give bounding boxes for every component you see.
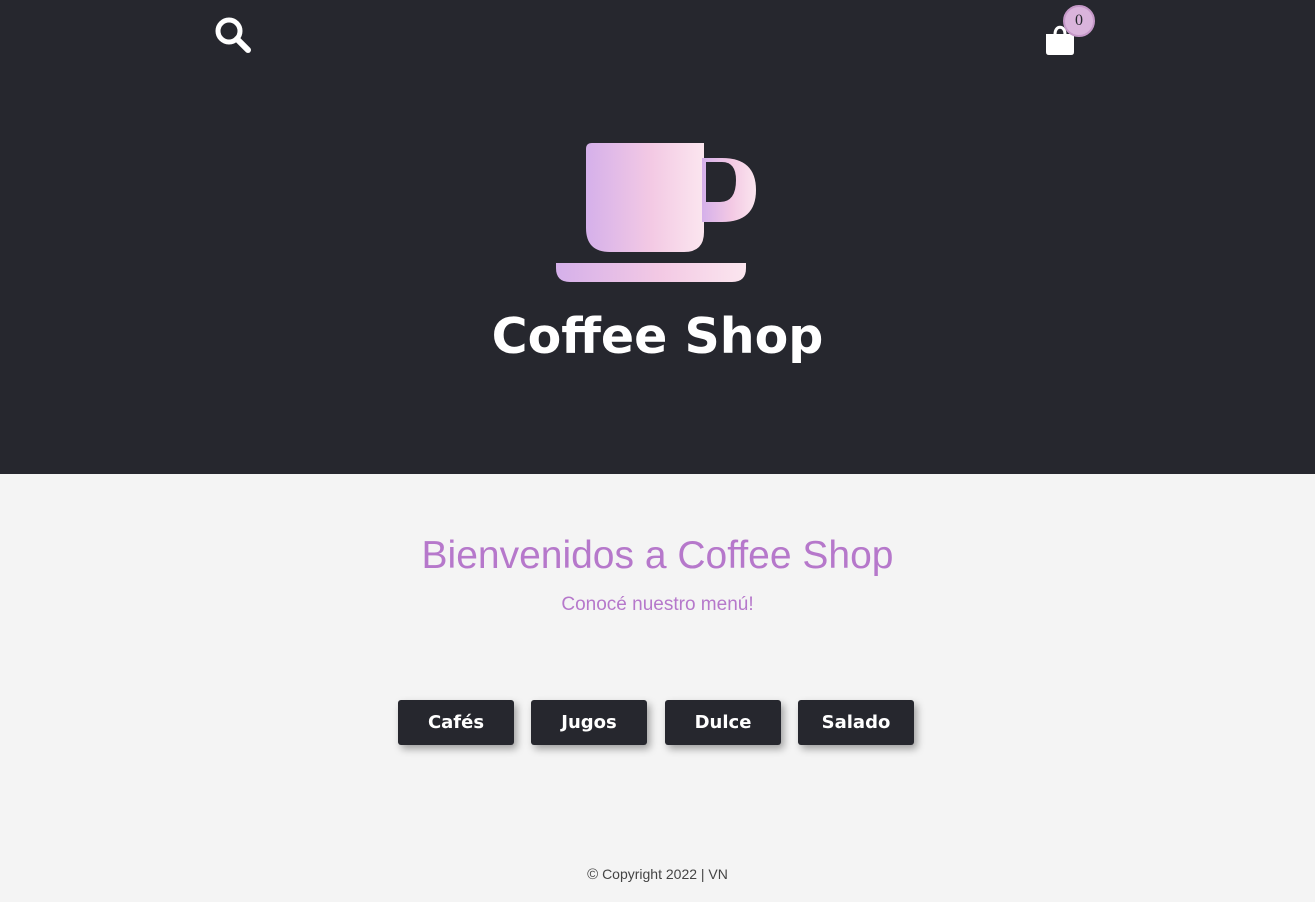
search-button[interactable] [213,15,253,55]
category-button-jugos[interactable]: Jugos [531,700,647,745]
category-button-cafes[interactable]: Cafés [398,700,514,745]
copyright-icon: © [587,866,599,883]
brand-title: Coffee Shop [491,308,824,365]
search-icon [215,17,251,53]
cart-count-badge: 0 [1063,5,1095,37]
welcome-heading: Bienvenidos a Coffee Shop [421,534,894,577]
coffee-cup-icon [556,143,756,282]
category-button-salado[interactable]: Salado [798,700,914,745]
cart-button[interactable]: 0 [1042,5,1098,60]
category-button-dulce[interactable]: Dulce [665,700,781,745]
site-footer: © Copyright 2022 | VN [0,866,1315,883]
site-header: 0 Coffee Shop [0,0,1315,474]
copyright-text: Copyright 2022 | VN [602,866,728,882]
menu-subtitle: Conocé nuestro menú! [561,594,754,615]
category-menu: Cafés Jugos Dulce Salado [398,700,918,745]
